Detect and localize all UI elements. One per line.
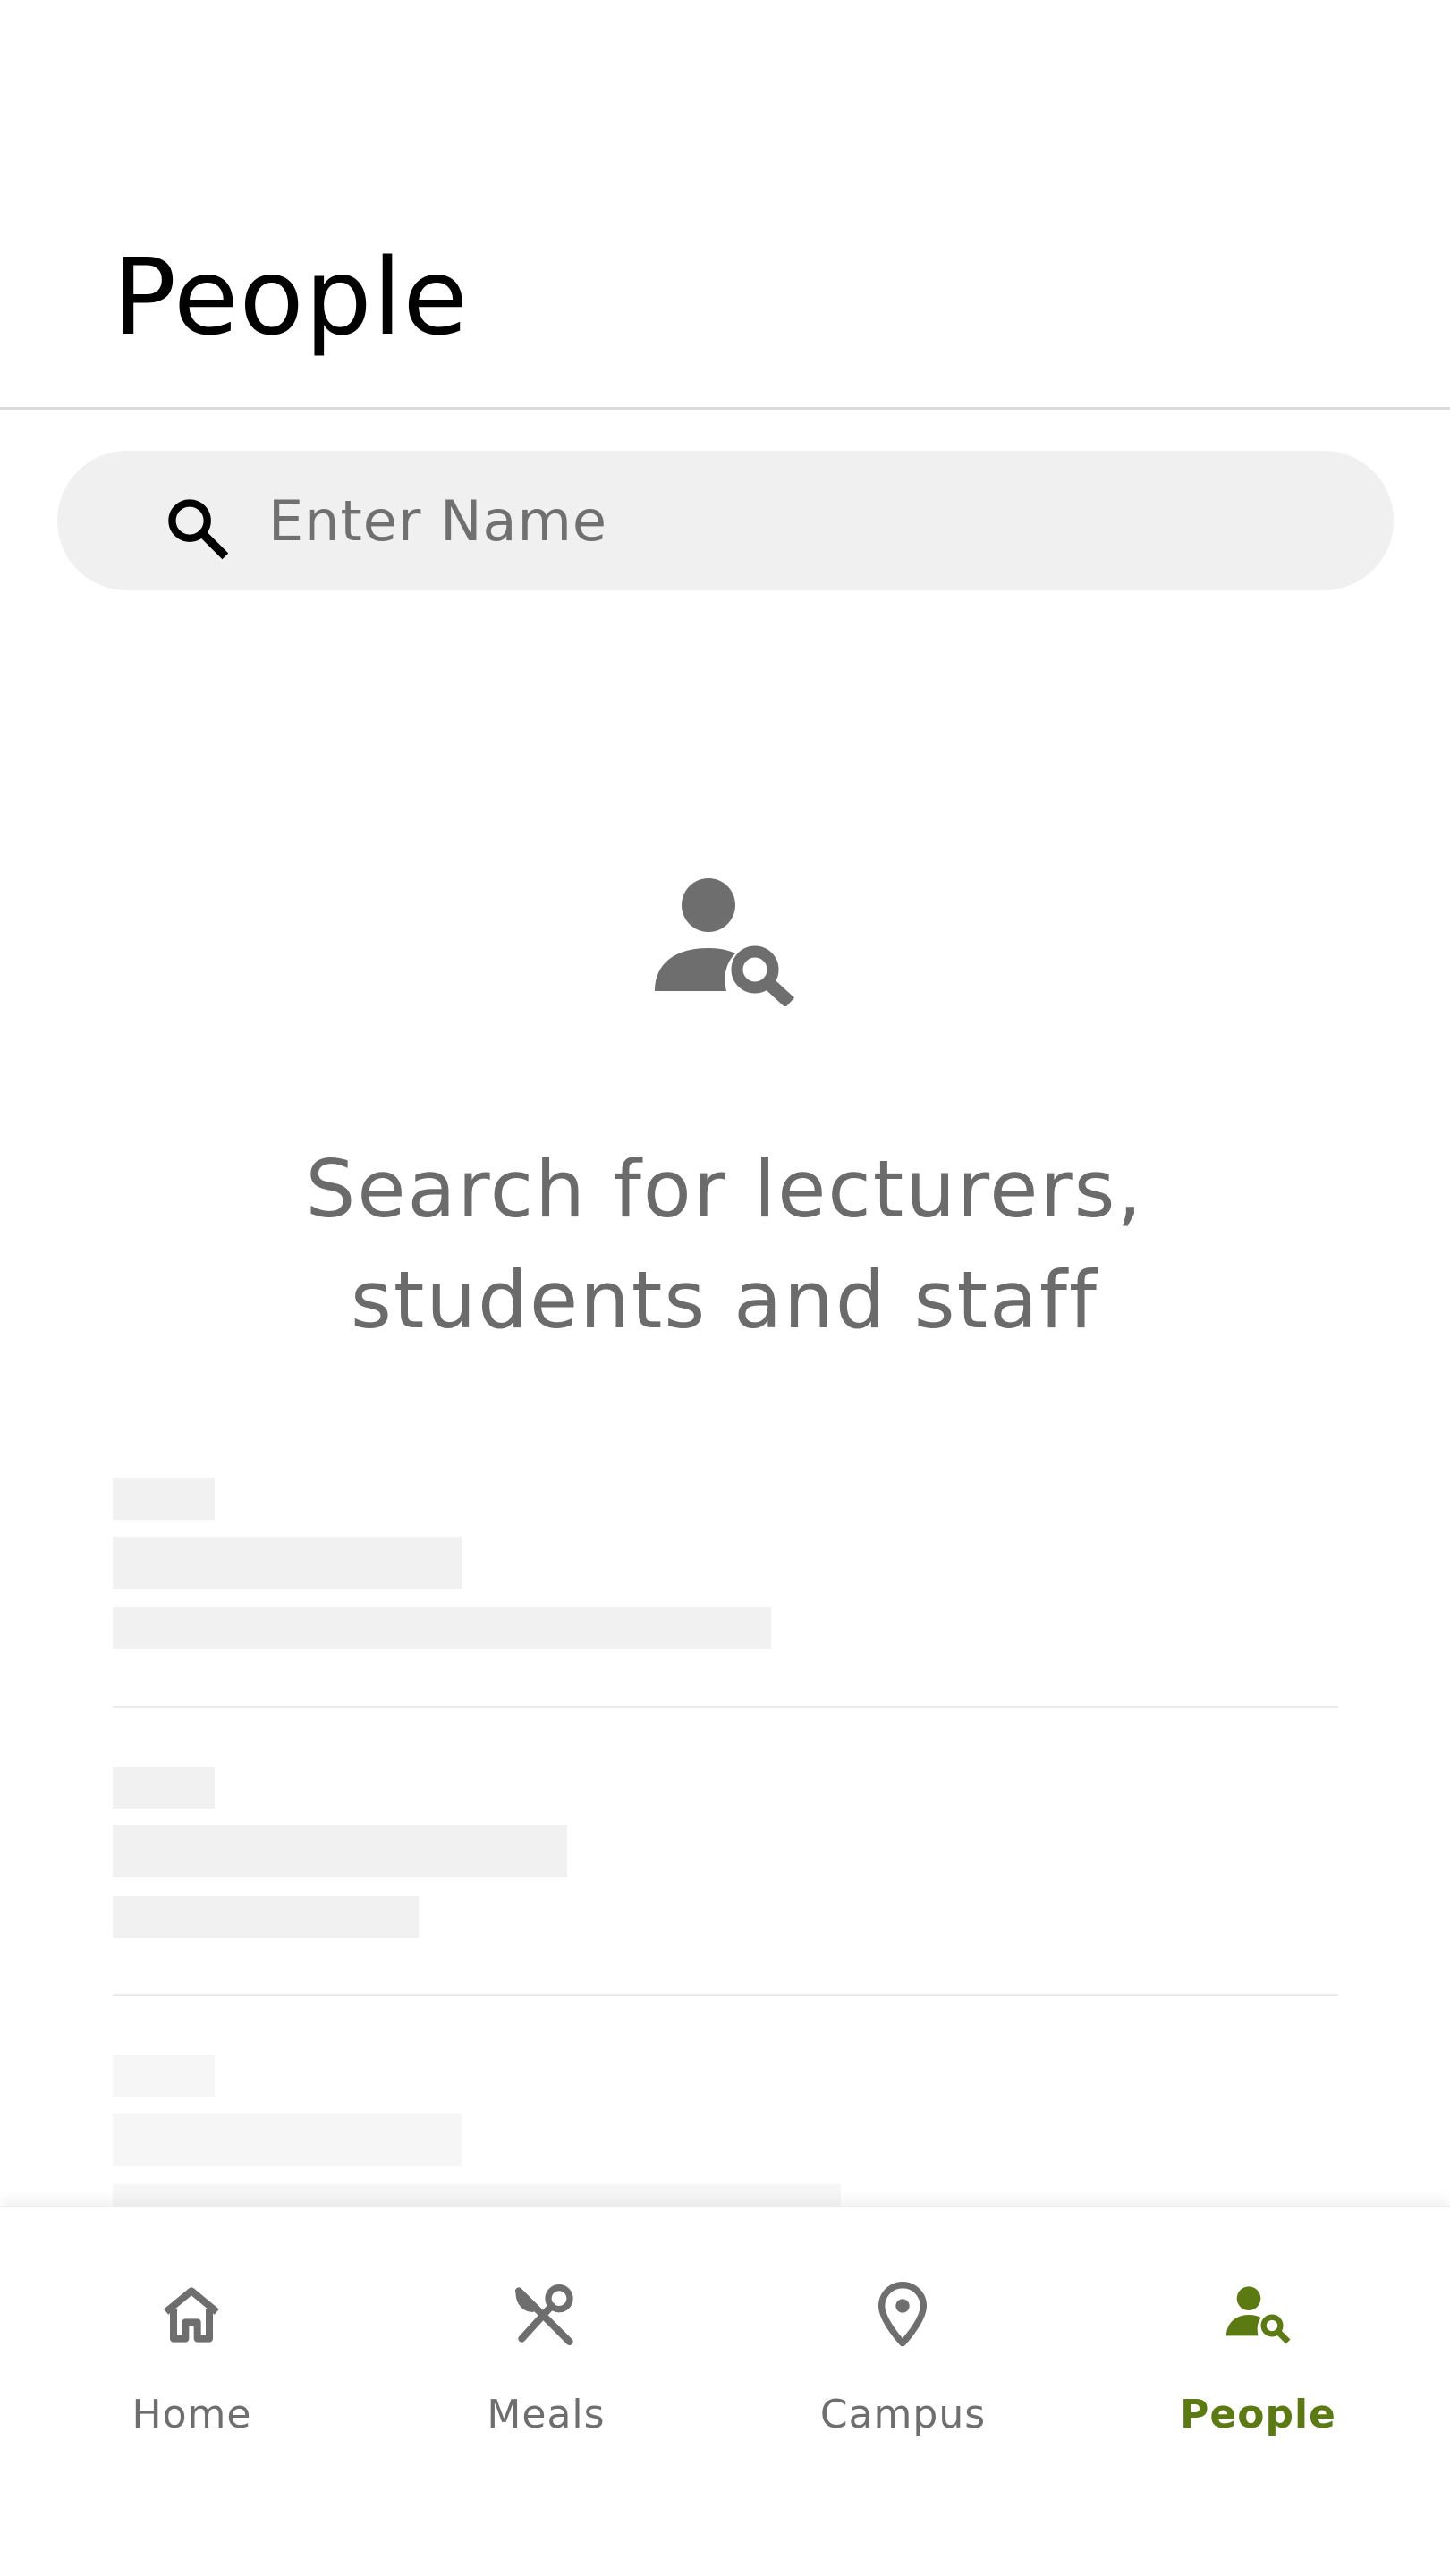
- nav-label-home: Home: [131, 2392, 252, 2437]
- skeleton-line: [113, 1478, 215, 1520]
- skeleton-line: [113, 1825, 567, 1877]
- empty-state-line-1: Search for lecturers,: [305, 1143, 1144, 1235]
- home-icon: [164, 2287, 219, 2343]
- location-pin-icon: [878, 2282, 927, 2347]
- nav-item-home[interactable]: Home: [11, 2207, 373, 2476]
- nav-label-people: People: [1180, 2392, 1336, 2437]
- empty-state-message: Search for lecturers, students and staff: [188, 1134, 1261, 1356]
- nav-item-meals[interactable]: Meals: [365, 2207, 727, 2476]
- fork-knife-icon: [515, 2284, 573, 2345]
- person-search-icon: [655, 878, 795, 1006]
- list-divider: [113, 1706, 1338, 1708]
- list-divider: [113, 1994, 1338, 1996]
- people-screen: People Search for lecturers, students: [0, 0, 1450, 2576]
- empty-state-line-2: students and staff: [351, 1254, 1098, 1346]
- nav-label-meals: Meals: [487, 2392, 606, 2437]
- skeleton-list: [0, 0, 1450, 2209]
- person-search-icon: [1226, 2286, 1291, 2344]
- nav-item-people[interactable]: People: [1077, 2207, 1439, 2476]
- skeleton-line: [113, 1537, 462, 1589]
- skeleton-line: [113, 1767, 215, 1809]
- skeleton-line: [113, 1896, 419, 1938]
- skeleton-line: [113, 1607, 771, 1649]
- skeleton-line: [113, 2114, 462, 2166]
- nav-label-campus: Campus: [819, 2392, 987, 2437]
- nav-item-campus[interactable]: Campus: [722, 2207, 1084, 2476]
- skeleton-line: [113, 2055, 215, 2097]
- bottom-navigation: Home Meals Campus People: [0, 2206, 1450, 2576]
